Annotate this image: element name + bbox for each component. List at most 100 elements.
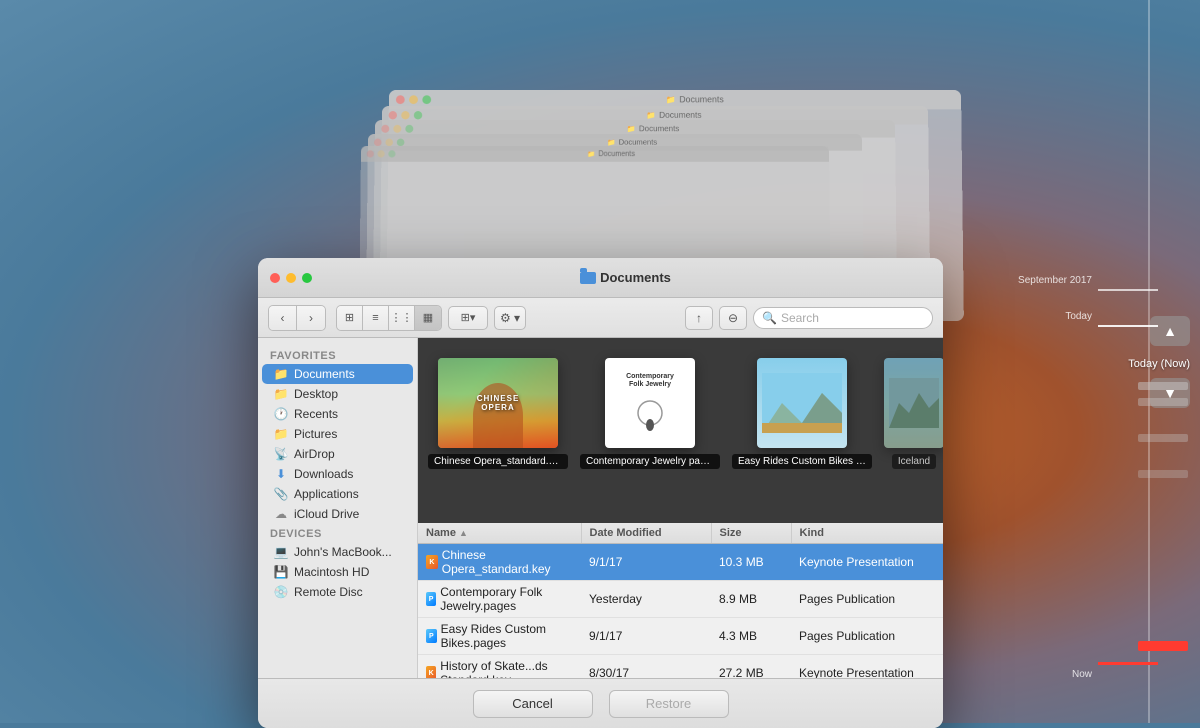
preview-item-opera[interactable]: CHINESE OPERA Chinese Opera_standard.key xyxy=(428,358,568,469)
file-size: 4.3 MB xyxy=(711,625,791,647)
stacked-win-title-1: 📁 Documents xyxy=(666,95,724,105)
sidebar-label-macintosh: Macintosh HD xyxy=(294,565,369,579)
close-button[interactable] xyxy=(270,273,280,283)
maximize-button[interactable] xyxy=(302,273,312,283)
iceland-label: Iceland xyxy=(892,454,936,469)
pages-icon: P xyxy=(426,629,437,643)
timeline-up-button[interactable]: ▲ xyxy=(1150,316,1190,346)
sidebar-item-icloud[interactable]: ☁ iCloud Drive xyxy=(262,504,413,524)
file-name: Contemporary Folk Jewelry.pages xyxy=(440,585,573,613)
file-name: Chinese Opera_standard.key xyxy=(442,548,573,576)
stacked-win-title-3: 📁 Documents xyxy=(627,124,680,133)
keynote-icon: K xyxy=(426,555,438,569)
sidebar-item-airdrop[interactable]: 📡 AirDrop xyxy=(262,444,413,464)
sidebar-devices-label: Devices xyxy=(258,524,417,542)
file-date: 9/1/17 xyxy=(581,551,711,573)
table-row[interactable]: K Chinese Opera_standard.key 9/1/17 10.3… xyxy=(418,544,943,581)
sidebar-label-downloads: Downloads xyxy=(294,467,353,481)
timeline-now-marker xyxy=(1098,662,1158,665)
sidebar-label-recents: Recents xyxy=(294,407,338,421)
sidebar-item-documents[interactable]: 📁 Documents xyxy=(262,364,413,384)
file-name-cell: P Easy Rides Custom Bikes.pages xyxy=(418,618,581,654)
bikes-thumbnail xyxy=(757,358,847,448)
action-button[interactable]: ⚙ ▾ xyxy=(494,306,526,330)
view-column-button[interactable]: ⋮⋮ xyxy=(389,306,415,330)
view-btn-group: ⊞ ≡ ⋮⋮ ▦ xyxy=(336,305,442,331)
list-header: Name ▲ Date Modified Size Kind xyxy=(418,523,943,544)
file-size: 10.3 MB xyxy=(711,551,791,573)
pages-icon: P xyxy=(426,592,436,606)
file-size: 27.2 MB xyxy=(711,662,791,678)
sidebar-item-downloads[interactable]: ⬇ Downloads xyxy=(262,464,413,484)
folder-icon: 📁 xyxy=(274,387,288,401)
search-box[interactable]: 🔍 Search xyxy=(753,307,933,329)
sidebar-label-documents: Documents xyxy=(294,367,355,381)
sidebar-item-macbook[interactable]: 💻 John's MacBook... xyxy=(262,542,413,562)
arrange-button[interactable]: ⊞▾ xyxy=(448,306,488,330)
sidebar-label-icloud: iCloud Drive xyxy=(294,507,359,521)
back-button[interactable]: ‹ xyxy=(269,306,297,330)
col-header-name[interactable]: Name ▲ xyxy=(418,523,582,543)
folder-icon: 📁 xyxy=(274,367,288,381)
finder-content: Favorites 📁 Documents 📁 Desktop 🕐 Recent… xyxy=(258,338,943,678)
sidebar-item-remote[interactable]: 💿 Remote Disc xyxy=(262,582,413,602)
folder-icon: 📁 xyxy=(274,427,288,441)
preview-item-jewelry[interactable]: ContemporaryFolk Jewelry Contemporary Je… xyxy=(580,358,720,469)
finder-footer: Cancel Restore xyxy=(258,678,943,728)
sort-arrow: ▲ xyxy=(459,528,468,538)
forward-button[interactable]: › xyxy=(297,306,325,330)
folder-icon xyxy=(580,272,596,284)
file-name: Easy Rides Custom Bikes.pages xyxy=(441,622,573,650)
search-placeholder: Search xyxy=(781,311,819,325)
col-header-size[interactable]: Size xyxy=(712,523,792,543)
jewelry-label: Contemporary Jewelry pages xyxy=(580,454,720,469)
downloads-icon: ⬇ xyxy=(274,467,288,481)
recents-icon: 🕐 xyxy=(274,407,288,421)
sidebar-item-recents[interactable]: 🕐 Recents xyxy=(262,404,413,424)
finder-sidebar: Favorites 📁 Documents 📁 Desktop 🕐 Recent… xyxy=(258,338,418,678)
sidebar-item-macintosh[interactable]: 💾 Macintosh HD xyxy=(262,562,413,582)
file-kind: Keynote Presentation xyxy=(791,662,943,678)
table-row[interactable]: K History of Skate...ds Standard.key 8/3… xyxy=(418,655,943,678)
timeline-today-marker xyxy=(1098,325,1158,327)
timeline-line xyxy=(1148,0,1150,723)
view-cover-button[interactable]: ▦ xyxy=(415,306,441,330)
sidebar-item-pictures[interactable]: 📁 Pictures xyxy=(262,424,413,444)
hdd-icon: 💾 xyxy=(274,565,288,579)
keynote-icon: K xyxy=(426,666,436,678)
col-header-date[interactable]: Date Modified xyxy=(582,523,712,543)
table-row[interactable]: P Easy Rides Custom Bikes.pages 9/1/17 4… xyxy=(418,618,943,655)
share-button[interactable]: ↑ xyxy=(685,306,713,330)
preview-item-bikes[interactable]: Easy Rides Custom Bikes pages xyxy=(732,358,872,469)
sidebar-label-pictures: Pictures xyxy=(294,427,337,441)
file-name-cell: P Contemporary Folk Jewelry.pages xyxy=(418,581,581,617)
restore-button[interactable]: Restore xyxy=(609,690,729,718)
view-list-button[interactable]: ≡ xyxy=(363,306,389,330)
file-name-cell: K History of Skate...ds Standard.key xyxy=(418,655,581,678)
preview-item-iceland[interactable]: Iceland xyxy=(884,358,943,469)
col-header-kind[interactable]: Kind xyxy=(792,523,944,543)
finder-toolbar: ‹ › ⊞ ≡ ⋮⋮ ▦ ⊞▾ ⚙ ▾ ↑ ⊖ 🔍 Search xyxy=(258,298,943,338)
tag-button[interactable]: ⊖ xyxy=(719,306,747,330)
window-title: Documents xyxy=(600,270,671,285)
search-icon: 🔍 xyxy=(762,311,777,325)
sidebar-label-applications: Applications xyxy=(294,487,359,501)
timeline-sep2017-marker xyxy=(1098,289,1158,291)
finder-titlebar: Documents xyxy=(258,258,943,298)
stacked-win-title-5: 📁 Documents xyxy=(588,150,635,158)
cancel-button[interactable]: Cancel xyxy=(473,690,593,718)
timeline-today-label: Today (Now) xyxy=(1128,358,1190,370)
file-kind: Keynote Presentation xyxy=(791,551,943,573)
minimize-button[interactable] xyxy=(286,273,296,283)
file-date: 8/30/17 xyxy=(581,662,711,678)
timeline-sep2017-text: September 2017 xyxy=(1018,275,1092,286)
view-icon-button[interactable]: ⊞ xyxy=(337,306,363,330)
finder-preview-area: CHINESE OPERA Chinese Opera_standard.key xyxy=(418,338,943,523)
file-kind: Pages Publication xyxy=(791,625,943,647)
table-row[interactable]: P Contemporary Folk Jewelry.pages Yester… xyxy=(418,581,943,618)
sidebar-item-desktop[interactable]: 📁 Desktop xyxy=(262,384,413,404)
file-name-cell: K Chinese Opera_standard.key xyxy=(418,544,581,580)
nav-btn-group: ‹ › xyxy=(268,305,326,331)
file-size: 8.9 MB xyxy=(711,588,791,610)
sidebar-item-applications[interactable]: 📎 Applications xyxy=(262,484,413,504)
